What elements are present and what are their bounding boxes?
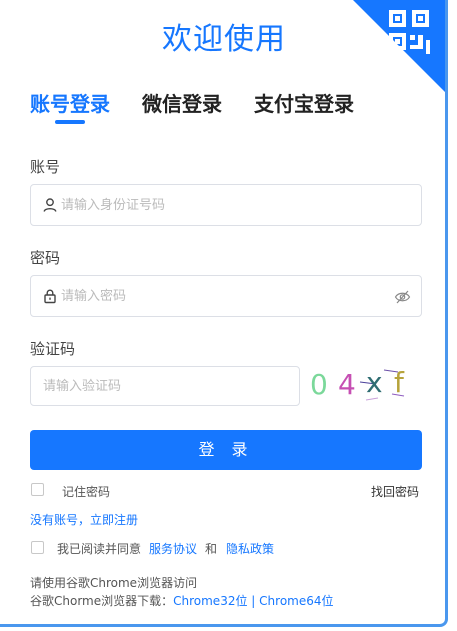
captcha-char: 0 xyxy=(310,368,328,401)
captcha-char: x xyxy=(366,366,383,399)
agreement-prefix: 我已阅读并同意 xyxy=(57,542,142,556)
tab-alipay-login[interactable]: 支付宝登录 xyxy=(254,88,354,117)
login-button[interactable]: 登 录 xyxy=(30,430,422,470)
captcha-label: 验证码 xyxy=(30,340,76,358)
privacy-policy-link[interactable]: 隐私政策 xyxy=(226,540,274,557)
forgot-password-link[interactable]: 找回密码 xyxy=(371,483,419,500)
password-label: 密码 xyxy=(30,249,61,267)
remember-password-label: 记住密码 xyxy=(62,485,111,499)
qr-code-icon[interactable] xyxy=(353,0,445,92)
register-link[interactable]: 没有账号，立即注册 xyxy=(30,511,138,528)
login-card: 欢迎使用 账号登录 微信登录 支付宝登录 账号 密码 xyxy=(0,0,448,627)
browser-download-line: 谷歌Chorme浏览器下载：Chrome32位 | Chrome64位 xyxy=(30,592,334,609)
eye-off-icon[interactable] xyxy=(394,289,411,305)
tab-account-login[interactable]: 账号登录 xyxy=(30,88,110,117)
captcha-input[interactable] xyxy=(43,367,293,405)
agreement-checkbox[interactable] xyxy=(31,541,44,554)
active-tab-indicator xyxy=(55,120,85,124)
service-agreement-link[interactable]: 服务协议 xyxy=(149,540,197,557)
account-input[interactable] xyxy=(61,185,391,225)
captcha-image[interactable]: 0 4 x f xyxy=(306,364,422,408)
password-input[interactable] xyxy=(61,276,391,316)
user-icon xyxy=(43,198,57,212)
captcha-char: 4 xyxy=(338,368,356,401)
chrome32-link[interactable]: Chrome32位 xyxy=(173,594,247,608)
captcha-field-box xyxy=(30,366,300,406)
lock-icon xyxy=(44,289,56,304)
tab-wechat-login[interactable]: 微信登录 xyxy=(142,88,222,117)
agreement-and: 和 xyxy=(205,542,218,556)
remember-password-checkbox[interactable] xyxy=(31,483,44,496)
password-field-box xyxy=(30,275,422,317)
account-label: 账号 xyxy=(30,158,61,176)
download-prefix: 谷歌Chorme浏览器下载： xyxy=(30,594,174,608)
download-separator: | xyxy=(251,594,256,608)
chrome64-link[interactable]: Chrome64位 xyxy=(259,594,333,608)
captcha-char: f xyxy=(394,366,404,399)
browser-hint: 请使用谷歌Chrome浏览器访问 xyxy=(30,576,198,590)
account-field-box xyxy=(30,184,422,226)
